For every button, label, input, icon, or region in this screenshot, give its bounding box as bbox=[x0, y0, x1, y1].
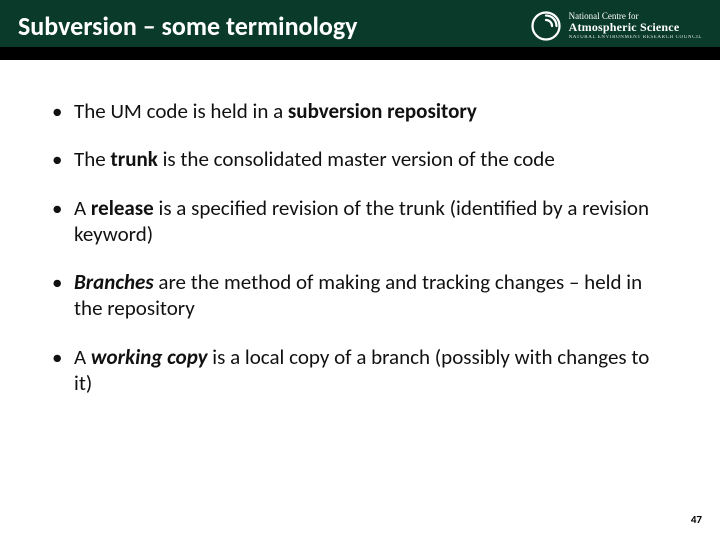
list-item: A working copy is a local copy of a bran… bbox=[48, 344, 672, 397]
bullet-post: is the consolidated master version of th… bbox=[158, 146, 555, 172]
bullet-pre: A bbox=[74, 195, 91, 221]
bullet-bold: trunk bbox=[110, 146, 157, 172]
bullet-pre: A bbox=[74, 344, 91, 370]
slide-title: Subversion – some terminology bbox=[18, 10, 358, 42]
bullet-pre: The bbox=[74, 146, 110, 172]
bullet-bold: Branches bbox=[74, 269, 154, 295]
list-item: A release is a specified revision of the… bbox=[48, 195, 672, 248]
list-item: Branches are the method of making and tr… bbox=[48, 269, 672, 322]
list-item: The UM code is held in a subversion repo… bbox=[48, 98, 672, 124]
slide-header: Subversion – some terminology National C… bbox=[0, 0, 720, 60]
bullet-pre: The UM code is held in a bbox=[74, 98, 288, 124]
bullet-bold: working copy bbox=[91, 344, 208, 370]
bullet-bold: subversion repository bbox=[288, 98, 477, 124]
list-item: The trunk is the consolidated master ver… bbox=[48, 146, 672, 172]
logo: National Centre for Atmospheric Science … bbox=[531, 11, 702, 41]
slide-body: The UM code is held in a subversion repo… bbox=[0, 60, 720, 396]
logo-text: National Centre for Atmospheric Science … bbox=[569, 12, 702, 40]
bullet-bold: release bbox=[91, 195, 154, 221]
logo-line3: NATURAL ENVIRONMENT RESEARCH COUNCIL bbox=[569, 35, 702, 40]
logo-line2: Atmospheric Science bbox=[569, 21, 702, 34]
bullet-post: are the method of making and tracking ch… bbox=[74, 269, 642, 321]
page-number: 47 bbox=[691, 513, 702, 526]
bullet-post: is a specified revision of the trunk (id… bbox=[74, 195, 649, 247]
bullet-list: The UM code is held in a subversion repo… bbox=[48, 98, 672, 396]
swirl-icon bbox=[531, 11, 561, 41]
